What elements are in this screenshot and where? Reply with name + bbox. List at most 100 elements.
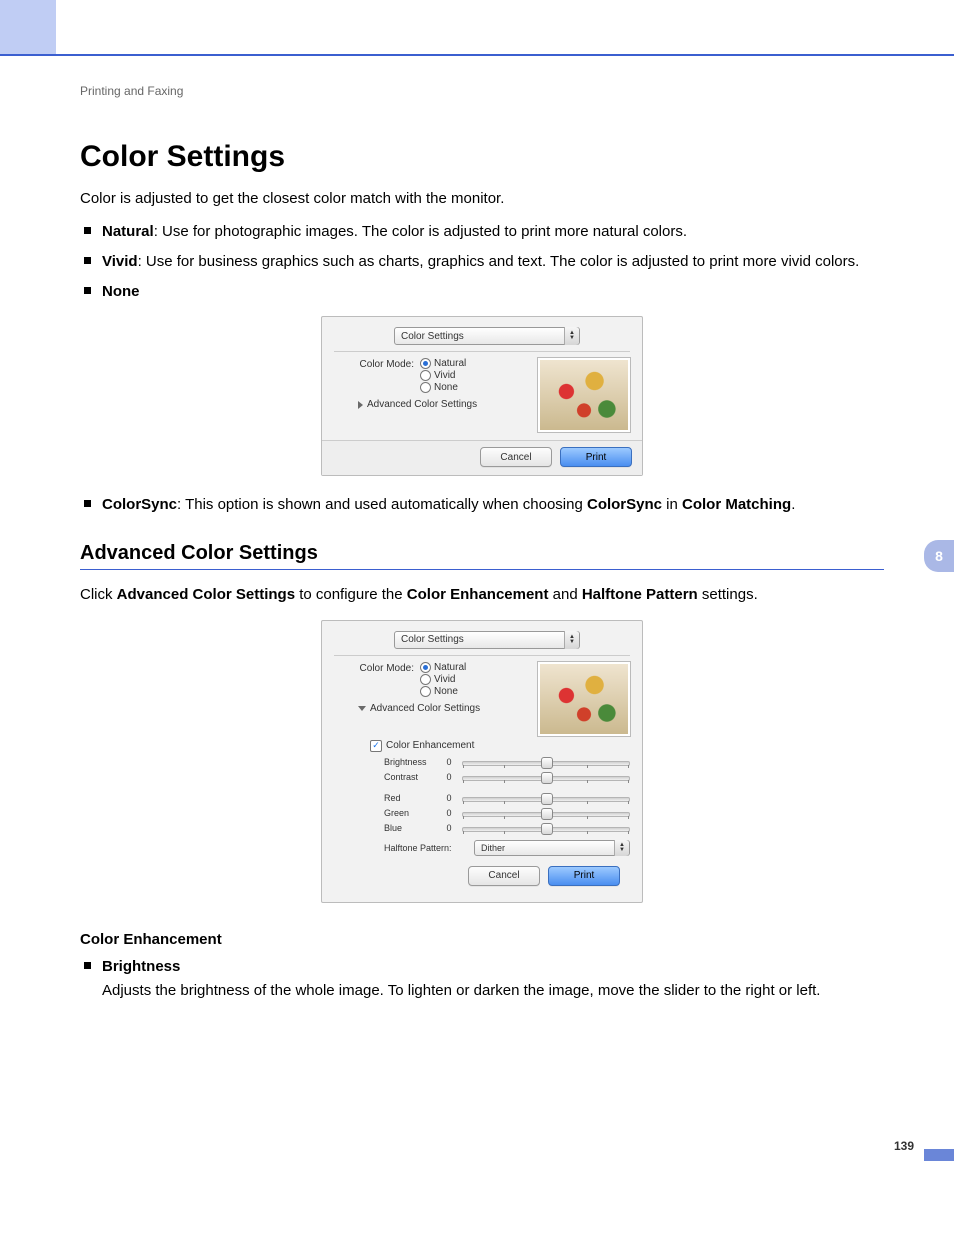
blue-slider[interactable] [462,822,630,834]
brightness-slider[interactable] [462,756,630,768]
enhancement-list: Brightness Adjusts the brightness of the… [80,956,884,1002]
radio-icon [420,674,431,685]
halftone-label: Halftone Pattern: [384,843,468,853]
radio-icon [420,686,431,697]
red-label: Red [384,793,436,803]
brightness-label: Brightness [384,757,436,767]
green-slider-row: Green 0 [384,807,630,819]
radio-vivid-label: Vivid [434,370,456,381]
checkbox-icon: ✓ [370,740,382,752]
colorsync-cs2: ColorSync [587,496,662,513]
radio-icon [420,662,431,673]
colorsync-t3: . [791,496,795,513]
mode-none: None [80,281,884,303]
radio-natural[interactable]: Natural [420,662,466,673]
print-button[interactable]: Print [548,866,620,886]
mode-list: Natural: Use for photographic images. Th… [80,221,884,302]
dropdown-label: Color Settings [401,331,464,342]
top-bar [0,0,954,56]
color-enhancement-label: Color Enhancement [386,740,474,751]
divider [334,351,630,352]
red-slider-row: Red 0 [384,792,630,804]
chevron-updown-icon: ▲▼ [564,631,579,649]
green-value: 0 [442,808,456,818]
chevron-updown-icon: ▲▼ [614,840,629,856]
dropdown-label: Color Settings [401,634,464,645]
colorsync-t2: in [662,496,682,513]
radio-none-label: None [434,686,458,697]
contrast-value: 0 [442,772,456,782]
radio-vivid-label: Vivid [434,674,456,685]
disclosure-label: Advanced Color Settings [370,703,480,714]
colorsync-cm: Color Matching [682,496,791,513]
red-slider[interactable] [462,792,630,804]
colorsync-label: ColorSync [102,496,177,513]
green-slider[interactable] [462,807,630,819]
intro-text: Color is adjusted to get the closest col… [80,190,884,207]
radio-vivid[interactable]: Vivid [420,674,466,685]
color-enhancement-heading: Color Enhancement [80,931,884,948]
print-button[interactable]: Print [560,447,632,467]
red-value: 0 [442,793,456,803]
preview-image [538,358,630,432]
blue-label: Blue [384,823,436,833]
cancel-button[interactable]: Cancel [480,447,552,467]
footer-accent [924,1149,954,1161]
green-label: Green [384,808,436,818]
mode-vivid-desc: : Use for business graphics such as char… [138,253,860,270]
brightness-item: Brightness Adjusts the brightness of the… [80,956,884,1002]
radio-icon [420,370,431,381]
color-mode-label: Color Mode: [334,662,420,674]
mode-natural: Natural: Use for photographic images. Th… [80,221,884,243]
contrast-label: Contrast [384,772,436,782]
settings-section-dropdown[interactable]: Color Settings ▲▼ [394,631,580,649]
chevron-updown-icon: ▲▼ [564,327,579,345]
radio-none[interactable]: None [420,686,466,697]
mode-vivid: Vivid: Use for business graphics such as… [80,251,884,273]
disclosure-triangle-icon [358,706,366,711]
running-header: Printing and Faxing [80,84,954,98]
mode-natural-desc: : Use for photographic images. The color… [154,223,687,240]
color-mode-label: Color Mode: [334,358,420,370]
radio-none-label: None [434,382,458,393]
divider [334,655,630,656]
mode-natural-label: Natural [102,223,154,240]
mode-vivid-label: Vivid [102,253,138,270]
color-settings-dialog-expanded: Color Settings ▲▼ Color Mode: N [321,620,643,903]
preview-image [538,662,630,736]
advanced-disclosure-open[interactable]: Advanced Color Settings [358,703,528,714]
advanced-title: Advanced Color Settings [80,542,884,565]
disclosure-label: Advanced Color Settings [367,399,477,410]
colorsync-note: ColorSync: This option is shown and used… [80,494,884,516]
halftone-value: Dither [481,843,505,853]
section-rule [80,569,884,570]
advanced-disclosure[interactable]: Advanced Color Settings [358,399,528,410]
brightness-item-desc: Adjusts the brightness of the whole imag… [102,980,884,1002]
page-title: Color Settings [80,140,884,174]
chapter-tab: 8 [924,540,954,572]
footer: 139 [0,1121,954,1181]
page-number: 139 [894,1139,914,1153]
radio-natural-label: Natural [434,358,466,369]
radio-icon [420,358,431,369]
advanced-panel: ✓ Color Enhancement Brightness 0 Contras… [370,740,630,856]
halftone-dropdown[interactable]: Dither ▲▼ [474,840,630,856]
disclosure-triangle-icon [358,401,363,409]
settings-section-dropdown[interactable]: Color Settings ▲▼ [394,327,580,345]
advanced-lead: Click Advanced Color Settings to configu… [80,584,884,606]
colorsync-t1: : This option is shown and used automati… [177,496,587,513]
radio-natural-label: Natural [434,662,466,673]
mode-none-label: None [102,283,140,300]
blue-value: 0 [442,823,456,833]
brightness-slider-row: Brightness 0 [384,756,630,768]
color-enhancement-checkbox[interactable]: ✓ Color Enhancement [370,740,630,752]
radio-icon [420,382,431,393]
radio-vivid[interactable]: Vivid [420,370,466,381]
contrast-slider[interactable] [462,771,630,783]
brightness-item-label: Brightness [102,958,180,975]
radio-natural[interactable]: Natural [420,358,466,369]
contrast-slider-row: Contrast 0 [384,771,630,783]
radio-none[interactable]: None [420,382,466,393]
color-settings-dialog: Color Settings ▲▼ Color Mode: N [321,316,643,476]
cancel-button[interactable]: Cancel [468,866,540,886]
